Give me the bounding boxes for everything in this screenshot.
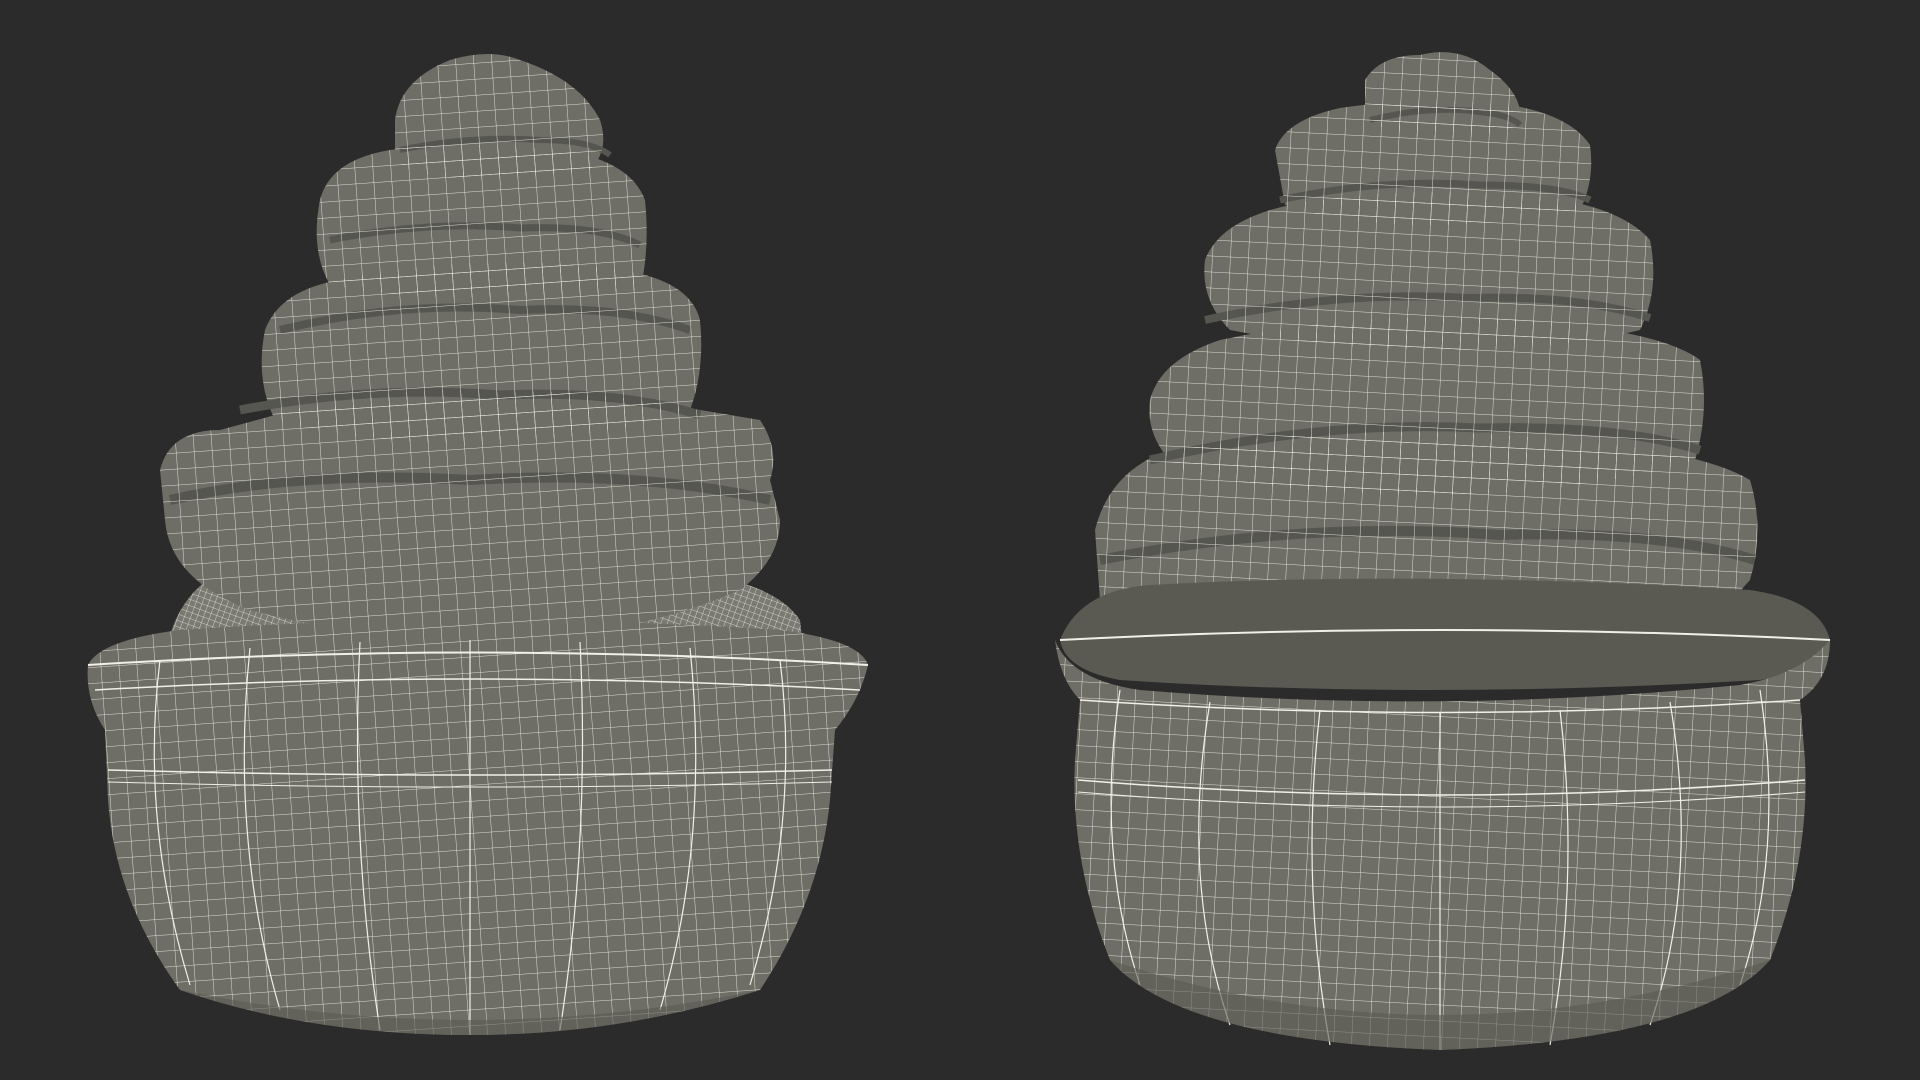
- wireframe-render: [87, 52, 1831, 1050]
- bowl-body: [1055, 578, 1831, 1050]
- bowl-body: [87, 620, 869, 1035]
- dessert-bowl-front-view: [87, 54, 869, 1035]
- dessert-bowl-three-quarter-view: [1055, 52, 1831, 1050]
- whipped-cream-swirl: [160, 54, 780, 640]
